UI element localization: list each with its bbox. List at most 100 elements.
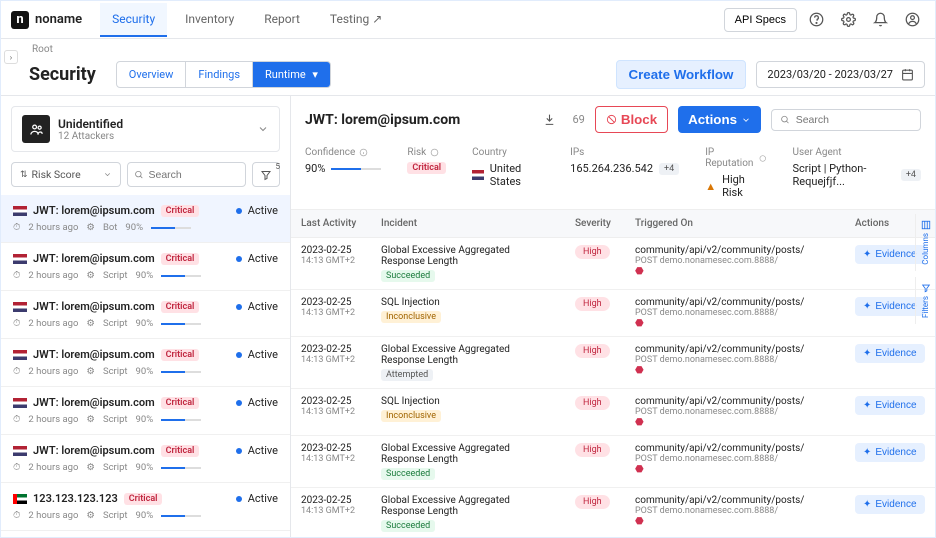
incidents-table: Last ActivityIncidentSeverityTriggered O… — [291, 210, 935, 537]
api-path: community/api/v2/community/posts/POST de… — [635, 245, 835, 266]
ua-more[interactable]: +4 — [901, 169, 921, 181]
date-range-picker[interactable]: 2023/03/20 - 2023/03/27 — [756, 61, 925, 88]
info-icon[interactable] — [430, 148, 439, 157]
attacker-title: JWT: lorem@ipsum.com — [33, 204, 155, 217]
flag-icon — [13, 494, 27, 504]
attacker-item[interactable]: JWT: lorem@ipsum.com Critical Active ⏱2 … — [1, 243, 290, 291]
status-dot — [236, 400, 242, 406]
api-path: community/api/v2/community/posts/POST de… — [635, 443, 835, 464]
gear-icon[interactable] — [835, 7, 861, 33]
attacker-time: 2 hours ago — [28, 414, 78, 425]
clock-icon: ⏱ — [13, 222, 20, 233]
attacker-title: JWT: lorem@ipsum.com — [33, 252, 155, 265]
activity-time: 14:13 GMT+2 — [301, 506, 361, 516]
type-icon: ⚙ — [86, 318, 95, 329]
search-icon — [780, 114, 790, 125]
ua-value: Script | Python-Requejfjf... — [793, 162, 895, 188]
breadcrumb[interactable]: Root — [32, 44, 53, 55]
score-bar — [161, 323, 201, 325]
api-path: community/api/v2/community/posts/POST de… — [635, 297, 835, 318]
column-header[interactable]: Last Activity — [291, 210, 371, 238]
evidence-button[interactable]: ✦Evidence — [855, 443, 925, 462]
table-row[interactable]: 2023-02-2514:13 GMT+2 Global Excessive A… — [291, 488, 935, 538]
score-bar — [161, 371, 201, 373]
filter-icon — [921, 283, 931, 293]
incident-status: Succeeded — [381, 520, 435, 532]
evidence-button[interactable]: ✦Evidence — [855, 495, 925, 514]
expand-sidebar-icon[interactable]: › — [4, 50, 18, 64]
group-icon — [22, 115, 50, 143]
api-sub: POST demo.nonamesec.com.8888/ — [635, 355, 835, 365]
column-header[interactable]: Severity — [565, 210, 625, 238]
attacker-item[interactable]: JWT: lorem@ipsum.com Critical Active ⏱2 … — [1, 339, 290, 387]
info-icon[interactable] — [759, 154, 767, 163]
table-row[interactable]: 2023-02-2514:13 GMT+2 Global Excessive A… — [291, 337, 935, 389]
severity-pill: High — [575, 396, 610, 410]
attacker-item[interactable]: 123.123.123.123 Critical Active ⏱2 hours… — [1, 483, 290, 531]
subtab-overview[interactable]: Overview — [117, 62, 187, 87]
table-row[interactable]: 2023-02-2514:13 GMT+2 Global Excessive A… — [291, 238, 935, 290]
ips-more[interactable]: +4 — [659, 163, 679, 175]
api-path: community/api/v2/community/posts/POST de… — [635, 344, 835, 365]
clock-icon: ⏱ — [13, 318, 20, 329]
info-icon[interactable] — [359, 148, 368, 157]
attacker-item[interactable]: JWT: lorem@ipsum.com Critical Active ⏱2 … — [1, 195, 290, 243]
table-row[interactable]: 2023-02-2514:13 GMT+2 SQL InjectionIncon… — [291, 290, 935, 337]
brand[interactable]: n noname — [11, 11, 82, 29]
incident-status: Inconclusive — [381, 410, 441, 422]
subtab-runtime[interactable]: Runtime ▾ — [253, 62, 330, 87]
attacker-search-input[interactable] — [148, 169, 239, 181]
filter-button[interactable]: 5 — [252, 162, 280, 187]
nav-tabs: SecurityInventoryReportTesting ↗ — [100, 3, 394, 37]
severity-badge: Critical — [124, 493, 163, 505]
block-icon — [606, 114, 617, 125]
attacker-item[interactable]: JWT: lorem@ipsum.com Critical Active ⏱2 … — [1, 435, 290, 483]
help-icon[interactable] — [803, 7, 829, 33]
status-text: Active — [248, 204, 278, 217]
chevron-down-icon — [257, 123, 269, 135]
attacker-type: Script — [103, 270, 128, 281]
chevron-down-icon — [741, 115, 751, 125]
country-label: Country — [472, 147, 507, 158]
subtab-findings[interactable]: Findings — [186, 62, 253, 87]
flag-icon — [13, 350, 27, 360]
link-count: 69 — [572, 113, 584, 126]
table-row[interactable]: 2023-02-2514:13 GMT+2 SQL InjectionIncon… — [291, 389, 935, 436]
attacker-item[interactable]: JWT: lorem@ipsum.com Critical Active ⏱2 … — [1, 291, 290, 339]
activity-date: 2023-02-25 — [301, 297, 361, 308]
nav-tab-security[interactable]: Security — [100, 3, 167, 37]
user-icon[interactable] — [899, 7, 925, 33]
sort-label: Risk Score — [32, 168, 81, 181]
api-specs-button[interactable]: API Specs — [724, 8, 797, 32]
incident-status: Succeeded — [381, 468, 435, 480]
column-header[interactable]: Incident — [371, 210, 565, 238]
api-sub: POST demo.nonamesec.com.8888/ — [635, 407, 835, 417]
nav-tab-report[interactable]: Report — [252, 3, 312, 37]
attacker-score: 90% — [136, 462, 154, 473]
block-button[interactable]: Block — [595, 106, 668, 133]
nav-tab-inventory[interactable]: Inventory — [173, 3, 246, 37]
filters-tab[interactable]: Filters — [915, 277, 935, 324]
column-header[interactable]: Triggered On — [625, 210, 845, 238]
evidence-button[interactable]: ✦Evidence — [855, 344, 925, 363]
detail-search-input[interactable] — [796, 114, 912, 126]
columns-tab[interactable]: Columns — [915, 214, 935, 271]
create-workflow-button[interactable]: Create Workflow — [616, 60, 747, 89]
status-dot — [236, 208, 242, 214]
attacker-item[interactable]: JWT: lorem@ipsum.com Critical Active ⏱2 … — [1, 387, 290, 435]
status-text: Active — [248, 300, 278, 313]
sort-select[interactable]: ⇅ Risk Score — [11, 162, 121, 187]
actions-button[interactable]: Actions — [678, 106, 761, 133]
api-path: community/api/v2/community/posts/POST de… — [635, 396, 835, 417]
evidence-button[interactable]: ✦Evidence — [855, 396, 925, 415]
bell-icon[interactable] — [867, 7, 893, 33]
download-icon[interactable] — [536, 107, 562, 133]
nav-tab-testing[interactable]: Testing ↗ — [318, 3, 394, 37]
group-count: 12 Attackers — [58, 131, 123, 142]
type-icon: ⚙ — [86, 414, 95, 425]
attacker-type: Script — [103, 414, 128, 425]
detail-search[interactable] — [771, 109, 921, 131]
table-row[interactable]: 2023-02-2514:13 GMT+2 Global Excessive A… — [291, 436, 935, 488]
attacker-search[interactable] — [127, 162, 246, 187]
attacker-group-select[interactable]: Unidentified 12 Attackers — [11, 106, 280, 152]
